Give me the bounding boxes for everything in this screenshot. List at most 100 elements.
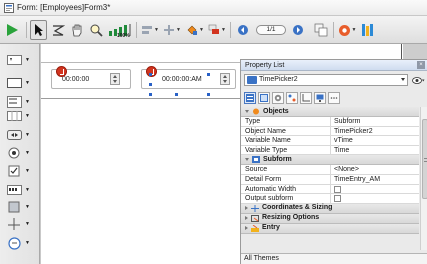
settings-icon [338,24,350,36]
selection-handle[interactable] [175,93,178,96]
selection-handle[interactable] [207,93,210,96]
section-subform[interactable]: Subform [241,155,419,166]
page-indicator[interactable]: 1/1 [256,25,286,35]
tab-display[interactable] [314,91,326,104]
section-entry[interactable]: Entry [241,223,419,234]
zoom-button[interactable] [88,20,104,40]
window-titlebar: Form: [Employees]Form3* [0,0,427,16]
list-order-icon [53,25,65,36]
property-row[interactable]: Source <None> [241,165,419,175]
property-row[interactable]: Detail Form TimeEntry_AM [241,174,419,185]
property-key: Type [241,117,331,126]
tab-coordinates[interactable] [300,91,312,104]
property-list-scrollbar[interactable] [420,107,427,250]
chevron-right-icon [245,206,248,211]
fill-tool-button[interactable]: ▼ [6,199,36,215]
object-selector-value: TimePicker2 [259,76,298,83]
rectangle-tool-button[interactable]: ▼ [6,75,36,91]
previous-page-button[interactable] [234,20,252,40]
chevron-down-icon [401,78,405,81]
settings-button[interactable]: ▼ [336,20,358,40]
rectangle-icon [6,78,22,88]
property-value[interactable]: Subform [331,117,419,126]
property-key: Automatic Width [241,184,331,194]
selection-handle[interactable] [149,83,152,86]
automatic-width-checkbox[interactable] [334,185,341,193]
radio-button-icon [8,147,20,159]
text-field-icon [6,55,22,65]
field-tool-button[interactable]: ▼ [6,52,36,68]
radio-tool-button[interactable]: ▼ [6,145,36,161]
selection-handle[interactable] [149,93,152,96]
run-button[interactable] [3,20,21,40]
section-objects[interactable]: Objects [241,107,419,117]
selection-handle[interactable] [207,73,210,76]
section-title: Objects [263,107,289,115]
tab-list-view[interactable] [244,91,256,104]
chevron-down-icon [245,110,249,113]
property-value[interactable]: vTime [331,136,419,145]
section-title: Coordinates & Sizing [262,204,333,212]
tab-events[interactable] [258,91,270,104]
button-tool-button[interactable]: ▼ [6,127,36,143]
property-value[interactable]: Time [331,146,419,155]
layer-button[interactable]: ▼ [207,20,227,40]
property-value[interactable]: <None> [331,165,419,174]
eye-icon[interactable] [412,76,425,85]
property-list-panel: Property List × TimePicker2 Objects Type… [240,59,427,264]
zoom-icon [90,24,103,37]
entry-order-button[interactable] [50,20,66,40]
themes-bar[interactable]: All Themes [241,253,427,264]
objects-section-icon [253,108,259,115]
entry-section-icon [251,224,259,232]
tab-objects[interactable] [286,91,298,104]
property-row[interactable]: Type Subform [241,117,419,127]
tab-more[interactable] [328,91,340,104]
move-hand-button[interactable] [69,20,85,40]
property-key: Variable Name [241,136,331,145]
property-value[interactable]: TimeEntry_AM [331,175,419,184]
toolbar-separator [230,22,231,38]
gear-icon [274,94,282,101]
property-row[interactable]: Object Name TimePicker2 [241,126,419,137]
line-tool-button[interactable]: ▼ [6,216,36,232]
selection-handle[interactable] [149,73,152,76]
select-tool-button[interactable] [30,20,47,40]
scrollbar-thumb[interactable] [422,119,427,199]
object-selector-row: TimePicker2 [241,73,427,87]
chevron-right-icon [245,216,248,221]
next-page-button[interactable] [289,20,307,40]
section-title: Resizing Options [262,214,320,222]
close-icon[interactable]: × [417,61,425,69]
dropdown-tool-button[interactable]: ▼ [6,182,36,198]
form-editor-icon [4,3,14,13]
object-selector-dropdown[interactable]: TimePicker2 [244,74,408,86]
time-picker-1-spinner[interactable] [110,73,120,85]
property-list-titlebar: Property List × [241,60,427,71]
checkbox-tool-button[interactable]: ▼ [6,163,36,179]
plugin-tool-button[interactable]: ▼ [6,235,36,251]
fill-rectangle-icon [8,201,20,213]
plugin-icon [7,236,21,250]
property-value[interactable]: TimePicker2 [331,127,419,136]
section-coordinates-sizing[interactable]: Coordinates & Sizing [241,203,419,214]
output-subform-checkbox[interactable] [334,195,341,203]
more-icon [330,96,338,99]
line-cross-icon [8,218,20,230]
time-picker-2-spinner[interactable] [220,73,230,85]
property-row[interactable]: Automatic Width [241,184,419,195]
property-row[interactable]: Variable Name vTime [241,136,419,146]
list-view-icon [246,93,254,102]
color-button[interactable]: ▼ [185,20,205,40]
grid-icon [362,24,373,36]
object-toolbar: ▼ ▼ ▼ ▼ ▼ ▼ ▼ ▼ ▼ ▼ ▼ [0,44,40,264]
section-resizing-options[interactable]: Resizing Options [241,213,419,224]
tab-settings[interactable] [272,91,284,104]
grid-list-tool-button[interactable]: ▼ [6,108,36,124]
section-title: Entry [262,224,280,232]
property-grid: Objects Type Subform Object Name TimePicke… [241,107,419,234]
grid-button[interactable] [360,20,376,40]
distribute-button[interactable]: ▼ [162,20,182,40]
views-button[interactable] [312,20,330,40]
align-button[interactable]: ▼ [140,20,160,40]
